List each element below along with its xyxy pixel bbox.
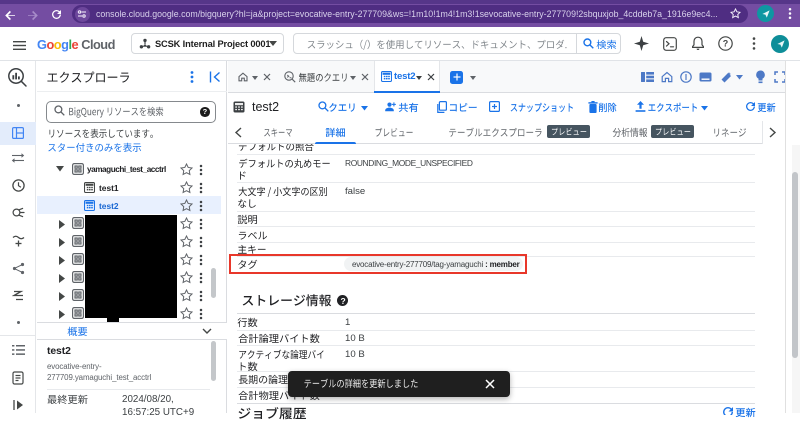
svg-text:?: ? (723, 39, 729, 49)
